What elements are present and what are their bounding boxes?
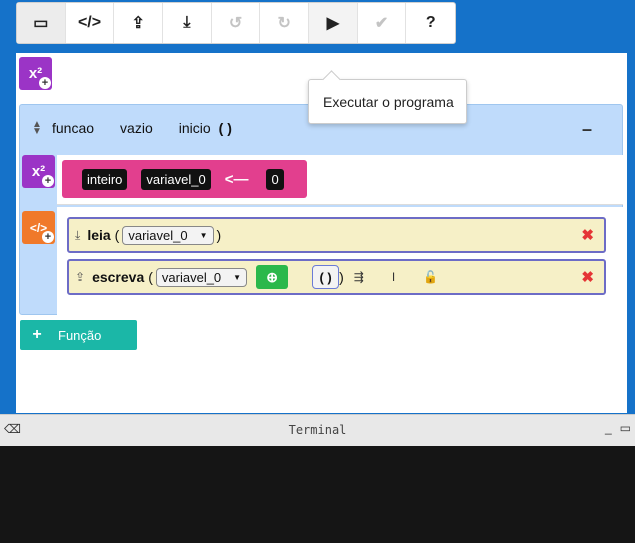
write-variable-select[interactable]: variavel_0 ▼ [155, 267, 248, 287]
write-variable-value: variavel_0 [161, 269, 222, 285]
add-global-variable-button[interactable]: x² + [19, 57, 52, 90]
run-button[interactable]: ▶ [309, 3, 358, 43]
play-icon: ▶ [326, 15, 340, 32]
write-command[interactable]: ⇪ escreva ( variavel_0 ▼ ⊕ ( ) ) ⇶ I 🔓 ✖ [67, 259, 606, 295]
variable-value[interactable]: 0 [266, 168, 284, 190]
variable-declaration: inteiro variavel_0 <— 0 [62, 160, 307, 198]
toolbar: ▭ </> ⇪ ⤓ ↺ ↻ ▶ ✔ ? [16, 2, 456, 44]
help-icon: ? [425, 14, 436, 31]
delete-icon[interactable]: ✖ [581, 226, 594, 244]
add-command-button[interactable]: </> + [22, 211, 55, 244]
upload-button[interactable]: ⇪ [114, 3, 164, 43]
read-command[interactable]: ⤓ leia ( variavel_0 ▼ ) ✖ [67, 217, 606, 253]
window-button[interactable]: ▭ [17, 3, 66, 43]
unlock-icon[interactable]: 🔓 [423, 270, 438, 284]
terminal-titlebar: ⌫ Terminal _ ▭ [0, 414, 635, 446]
expression-button[interactable]: ( ) [312, 265, 340, 289]
minimize-button[interactable]: – [582, 119, 592, 140]
read-keyword: leia [87, 227, 111, 243]
upload-icon: ⇪ [75, 270, 86, 284]
function-params[interactable]: ( ) [219, 120, 232, 136]
write-keyword: escreva [92, 269, 145, 285]
terminal-output[interactable] [0, 446, 635, 543]
redo-button[interactable]: ↻ [260, 3, 310, 43]
upload-icon: ⇪ [131, 15, 145, 32]
open-paren: ( [114, 227, 120, 243]
minimize-icon[interactable]: _ [605, 421, 612, 435]
window-icon: ▭ [33, 15, 49, 32]
code-button[interactable]: </> [66, 3, 115, 43]
check-icon: ✔ [374, 15, 389, 32]
maximize-icon[interactable]: ▭ [620, 421, 631, 435]
variable-type[interactable]: inteiro [82, 168, 128, 190]
plus-circle-icon: ⊕ [266, 268, 278, 285]
redo-icon: ↻ [277, 15, 291, 32]
function-return-type[interactable]: vazio [120, 120, 153, 136]
variables-area: inteiro variavel_0 <— 0 [57, 155, 623, 205]
function-keyword: funcao [52, 120, 95, 136]
plus-icon: + [32, 326, 42, 343]
add-function-label: Função [58, 327, 102, 343]
add-variable-button[interactable]: x² + [22, 155, 55, 188]
sort-icon[interactable]: ▲ ▼ [30, 120, 44, 137]
terminal-title: Terminal [288, 423, 347, 437]
text-cursor-icon[interactable]: I [392, 270, 395, 284]
close-paren: ) [339, 269, 344, 285]
plus-icon: + [42, 231, 54, 243]
add-parameter-button[interactable]: ⊕ [256, 265, 289, 289]
function-panel: ▲ ▼ funcao vazio inicio ( ) – x² + </> + … [19, 104, 623, 315]
chevron-down-icon: ▼ [233, 272, 242, 282]
add-function-button[interactable]: + Função [20, 320, 137, 350]
read-variable-value: variavel_0 [128, 227, 188, 243]
open-paren: ( [148, 269, 153, 285]
plus-icon: + [42, 175, 54, 187]
function-name[interactable]: inicio [179, 120, 211, 136]
chevron-down-icon: ▼ [199, 230, 208, 240]
read-variable-select[interactable]: variavel_0 ▼ [122, 225, 214, 245]
download-icon: ⤓ [183, 14, 191, 31]
commands-area: ⤓ leia ( variavel_0 ▼ ) ✖ ⇪ escreva ( va… [57, 207, 623, 315]
undo-icon: ↺ [228, 15, 243, 32]
download-button[interactable]: ⤓ [163, 3, 212, 43]
assign-arrow: <— [224, 170, 249, 188]
help-button[interactable]: ? [406, 3, 455, 43]
delete-icon[interactable]: ✖ [581, 268, 594, 286]
undo-button[interactable]: ↺ [212, 3, 261, 43]
variable-name[interactable]: variavel_0 [141, 168, 211, 190]
plus-icon: + [39, 77, 51, 89]
newline-icon[interactable]: ⇶ [354, 270, 364, 284]
download-icon: ⤓ [75, 227, 81, 242]
code-icon: </> [77, 14, 102, 31]
close-paren: ) [216, 227, 222, 243]
check-button[interactable]: ✔ [358, 3, 407, 43]
function-header: ▲ ▼ funcao vazio inicio ( ) [30, 120, 232, 137]
run-tooltip: Executar o programa [308, 79, 467, 124]
